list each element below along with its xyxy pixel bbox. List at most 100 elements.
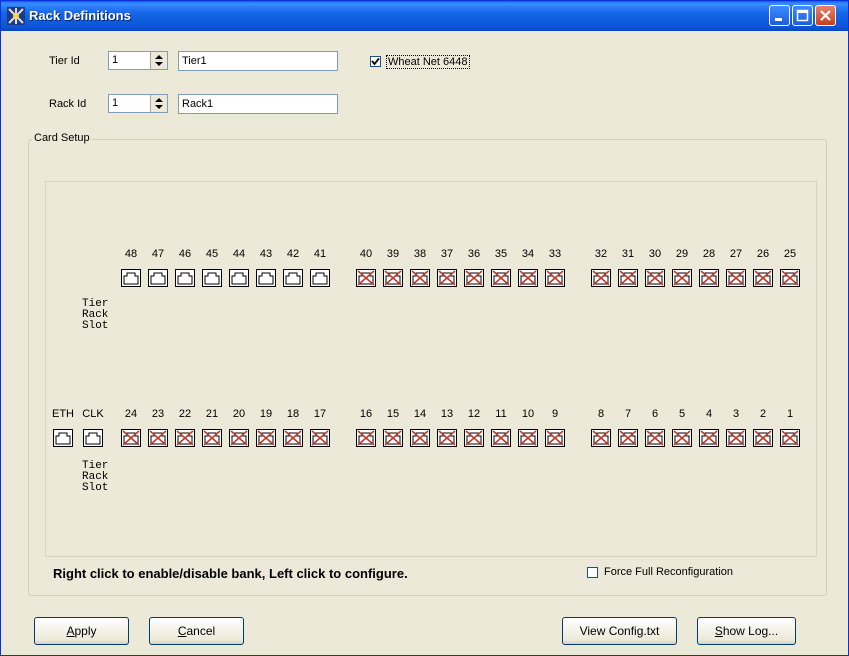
port-45-enabled[interactable]: [202, 269, 222, 287]
port-35-disabled[interactable]: [491, 269, 511, 287]
port-16-disabled[interactable]: [356, 429, 376, 447]
port-27-disabled[interactable]: [726, 269, 746, 287]
port-21-disabled[interactable]: [202, 429, 222, 447]
port-20-disabled[interactable]: [229, 429, 249, 447]
port-47-enabled[interactable]: [148, 269, 168, 287]
tier-name-input[interactable]: Tier1: [178, 51, 338, 71]
rj45-port-disabled-icon: [356, 429, 376, 447]
port-11-disabled[interactable]: [491, 429, 511, 447]
force-full-checkbox[interactable]: [587, 567, 598, 578]
maximize-button[interactable]: [792, 5, 813, 26]
top_row-port-number: 43: [259, 248, 273, 260]
rj45-port-disabled-icon: [618, 269, 638, 287]
port-28-disabled[interactable]: [699, 269, 719, 287]
port-13-disabled[interactable]: [437, 429, 457, 447]
port-3-disabled[interactable]: [726, 429, 746, 447]
port-eth[interactable]: [53, 429, 73, 447]
port-5-disabled[interactable]: [672, 429, 692, 447]
port-14-disabled[interactable]: [410, 429, 430, 447]
view-config-button[interactable]: View Config.txt: [562, 617, 677, 645]
info-slot-label: Slot: [82, 482, 109, 494]
bottom_row-port-number: 16: [359, 408, 373, 420]
port-40-disabled[interactable]: [356, 269, 376, 287]
minimize-button[interactable]: [769, 5, 790, 26]
maximize-icon: [796, 9, 809, 22]
rj45-port-disabled-icon: [121, 429, 141, 447]
port-44-enabled[interactable]: [229, 269, 249, 287]
port-25-disabled[interactable]: [780, 269, 800, 287]
port-43-enabled[interactable]: [256, 269, 276, 287]
port-1-disabled[interactable]: [780, 429, 800, 447]
rj45-port-disabled-icon: [672, 429, 692, 447]
rj45-port-disabled-icon: [410, 429, 430, 447]
rack-id-value: 1: [112, 97, 119, 109]
show-log-button[interactable]: Show Log...: [697, 617, 796, 645]
port-23-disabled[interactable]: [148, 429, 168, 447]
tier-id-label: Tier Id: [49, 55, 80, 67]
rj45-port-disabled-icon: [591, 429, 611, 447]
port-15-disabled[interactable]: [383, 429, 403, 447]
port-7-disabled[interactable]: [618, 429, 638, 447]
port-31-disabled[interactable]: [618, 269, 638, 287]
rj45-port-icon: [256, 269, 276, 287]
port-9-disabled[interactable]: [545, 429, 565, 447]
bottom_row-port-number: 20: [232, 408, 246, 420]
close-button[interactable]: [815, 5, 836, 26]
port-36-disabled[interactable]: [464, 269, 484, 287]
checkmark-icon: [371, 57, 380, 66]
bottom_row-port-number: 8: [597, 408, 605, 420]
port-30-disabled[interactable]: [645, 269, 665, 287]
port-2-disabled[interactable]: [753, 429, 773, 447]
port-clk[interactable]: [83, 429, 103, 447]
rj45-port-disabled-icon: [383, 269, 403, 287]
bottom_row-port-number: 15: [386, 408, 400, 420]
port-46-enabled[interactable]: [175, 269, 195, 287]
rj45-port-disabled-icon: [464, 429, 484, 447]
port-17-disabled[interactable]: [310, 429, 330, 447]
tier-id-spin-buttons[interactable]: [150, 52, 167, 69]
tier-id-spinner[interactable]: 1: [108, 51, 168, 70]
rack-id-spinner[interactable]: 1: [108, 94, 168, 113]
port-48-enabled[interactable]: [121, 269, 141, 287]
port-37-disabled[interactable]: [437, 269, 457, 287]
port-38-disabled[interactable]: [410, 269, 430, 287]
rack-name-input[interactable]: Rack1: [178, 94, 338, 114]
tier-name-value: Tier1: [182, 55, 207, 67]
cancel-button[interactable]: Cancel: [149, 617, 244, 645]
port-34-disabled[interactable]: [518, 269, 538, 287]
rj45-port-disabled-icon: [545, 429, 565, 447]
rack-name-value: Rack1: [182, 98, 214, 110]
port-22-disabled[interactable]: [175, 429, 195, 447]
wheatnet-label[interactable]: Wheat Net 6448: [386, 55, 470, 69]
port-19-disabled[interactable]: [256, 429, 276, 447]
wheatnet-checkbox[interactable]: [370, 56, 381, 67]
port-4-disabled[interactable]: [699, 429, 719, 447]
port-8-disabled[interactable]: [591, 429, 611, 447]
port-29-disabled[interactable]: [672, 269, 692, 287]
rj45-port-disabled-icon: [356, 269, 376, 287]
port-12-disabled[interactable]: [464, 429, 484, 447]
rj45-port-disabled-icon: [618, 429, 638, 447]
top_row-port-number: 44: [232, 248, 246, 260]
top_row-port-number: 45: [205, 248, 219, 260]
bottom_row-port-number: 4: [705, 408, 713, 420]
bottom_row-port-number: 11: [495, 408, 507, 420]
bottom_row-port-number: 14: [413, 408, 427, 420]
port-39-disabled[interactable]: [383, 269, 403, 287]
port-42-enabled[interactable]: [283, 269, 303, 287]
port-24-disabled[interactable]: [121, 429, 141, 447]
port-26-disabled[interactable]: [753, 269, 773, 287]
rack-id-spin-buttons[interactable]: [150, 95, 167, 112]
bottom_row-port-number: 24: [124, 408, 138, 420]
rj45-port-disabled-icon: [753, 269, 773, 287]
port-10-disabled[interactable]: [518, 429, 538, 447]
title-bar[interactable]: Rack Definitions: [1, 1, 848, 31]
rj45-port-disabled-icon: [491, 269, 511, 287]
port-33-disabled[interactable]: [545, 269, 565, 287]
apply-button[interactable]: Apply: [34, 617, 129, 645]
port-18-disabled[interactable]: [283, 429, 303, 447]
port-6-disabled[interactable]: [645, 429, 665, 447]
port-32-disabled[interactable]: [591, 269, 611, 287]
bottom_row-port-number: 7: [624, 408, 632, 420]
port-41-enabled[interactable]: [310, 269, 330, 287]
